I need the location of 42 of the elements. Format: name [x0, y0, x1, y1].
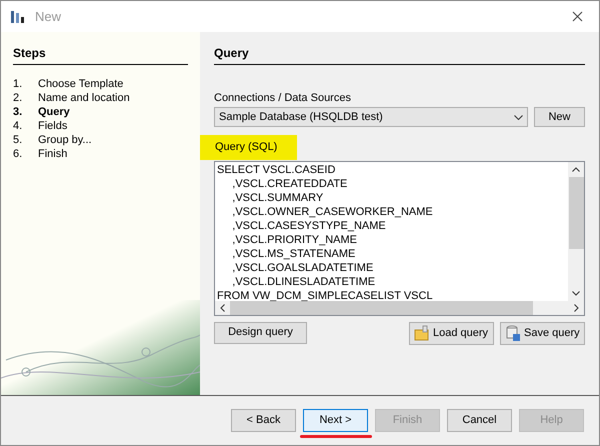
query-line: ,VSCL.SUMMARY [231, 190, 324, 204]
chevron-up-icon [572, 166, 580, 172]
folder-icon [414, 325, 430, 341]
scroll-thumb[interactable] [568, 176, 584, 248]
query-line: ,VSCL.OWNER_CASEWORKER_NAME [231, 204, 433, 218]
load-query-button[interactable]: Load query [409, 322, 494, 344]
window-title: New [35, 8, 62, 26]
connection-dropdown[interactable]: Sample Database (HSQLDB test) [214, 107, 528, 127]
chevron-right-icon [574, 304, 579, 312]
query-line: ,VSCL.CREATEDDATE [231, 176, 348, 190]
wizard-button[interactable]: Next > [303, 409, 368, 432]
query-line: ,VSCL.MS_STATENAME [231, 246, 356, 260]
design-query-button[interactable]: Design query [214, 322, 307, 344]
step-item: 2. Name and location [13, 91, 131, 105]
chevron-left-icon [220, 304, 225, 312]
step-item: 3. Query [13, 105, 71, 119]
query-line: ,VSCL.CASESYSTYPE_NAME [231, 218, 386, 232]
query-line: FROM VW_DCM_SIMPLECASELIST VSCL [217, 288, 433, 300]
query-line: ,VSCL.PRIORITY_NAME [231, 232, 357, 246]
database-save-icon [505, 325, 521, 341]
page-title: Query [214, 44, 585, 65]
new-button[interactable]: New [534, 107, 585, 127]
query-label: Query (SQL) [200, 135, 298, 160]
wizard-button[interactable]: Cancel [447, 409, 512, 432]
chevron-down-icon [514, 114, 523, 120]
horizontal-scrollbar[interactable] [215, 300, 584, 314]
chevron-down-icon [572, 290, 580, 296]
step-item: 4. Fields [13, 119, 68, 133]
wizard-button[interactable]: < Back [231, 409, 296, 432]
connections-label: Connections / Data Sources [214, 91, 352, 105]
step-item: 6. Finish [13, 147, 68, 161]
vertical-scrollbar[interactable] [568, 162, 584, 300]
scroll-thumb[interactable] [230, 300, 533, 314]
query-line: ,VSCL.DLINESLADATETIME [231, 274, 376, 288]
query-editor[interactable] [214, 160, 585, 316]
step-item: 1. Choose Template [13, 77, 124, 91]
save-query-button[interactable]: Save query [500, 322, 585, 344]
steps-title: Steps [13, 44, 188, 65]
close-icon[interactable] [572, 11, 583, 22]
query-line: SELECT VSCL.CASEID [217, 162, 336, 176]
query-line: ,VSCL.GOALSLADATETIME [231, 260, 374, 274]
step-item: 5. Group by... [13, 133, 93, 147]
